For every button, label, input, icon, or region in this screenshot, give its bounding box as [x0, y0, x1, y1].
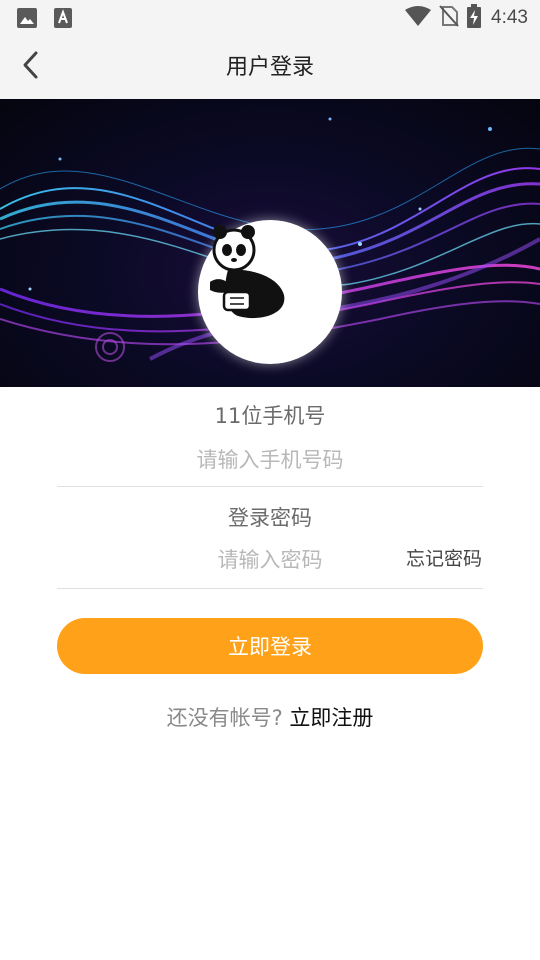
password-divider — [57, 588, 483, 589]
wifi-icon — [405, 6, 432, 30]
phone-input[interactable] — [57, 444, 483, 476]
register-row: 还没有帐号? 立即注册 — [0, 702, 540, 732]
chevron-left-icon — [20, 50, 42, 84]
login-screen: 4:43 用户登录 11位手机号 请输入手机号码 登录密码 忘记密码 立即登录 … — [0, 0, 540, 960]
status-bar: 4:43 — [0, 0, 540, 36]
image-icon — [17, 8, 37, 32]
back-button[interactable] — [8, 44, 54, 90]
header-banner — [0, 99, 540, 387]
battery-charging-icon — [467, 4, 482, 32]
font-download-icon — [54, 8, 72, 32]
status-icons: 4:43 — [405, 0, 528, 36]
avatar — [198, 220, 342, 364]
register-link[interactable]: 立即注册 — [289, 706, 373, 730]
no-sim-icon — [439, 5, 459, 31]
password-input[interactable] — [140, 544, 400, 576]
password-label: 登录密码 — [228, 506, 312, 530]
phone-divider — [57, 486, 483, 487]
phone-label: 11位手机号 — [214, 404, 326, 428]
clock-time: 4:43 — [491, 7, 528, 28]
app-bar: 用户登录 — [0, 36, 540, 99]
forgot-password-link[interactable]: 忘记密码 — [406, 544, 482, 571]
register-prompt: 还没有帐号? — [166, 706, 290, 730]
login-button[interactable]: 立即登录 — [57, 618, 483, 674]
page-title: 用户登录 — [225, 55, 314, 80]
